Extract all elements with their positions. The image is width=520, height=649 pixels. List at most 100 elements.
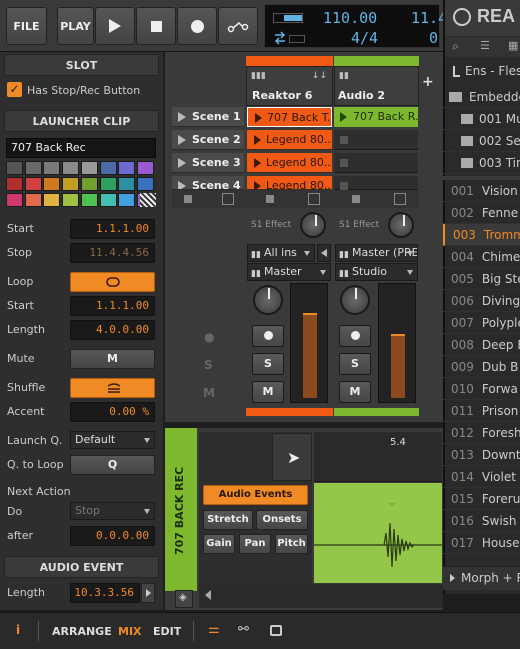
- accent-field[interactable]: 0.00 %: [70, 402, 155, 422]
- color-swatch[interactable]: [118, 193, 136, 207]
- global-record-icon[interactable]: ●: [204, 330, 214, 344]
- preset-list-item[interactable]: 012 Foresh: [443, 422, 520, 444]
- preset-list-item[interactable]: 014 Violet: [443, 466, 520, 488]
- preset-list-item[interactable]: 003 Tromm: [443, 224, 520, 246]
- mute-button-2[interactable]: M: [339, 381, 371, 403]
- color-swatch[interactable]: [6, 177, 23, 191]
- clip-slot-2-2[interactable]: [334, 130, 418, 150]
- color-swatch[interactable]: [62, 177, 80, 191]
- launch-q-dropdown[interactable]: Default: [70, 431, 155, 449]
- send-knob-2[interactable]: [388, 212, 414, 238]
- preset-list-item[interactable]: 007 Polyple: [443, 312, 520, 334]
- layers-button[interactable]: ◈: [175, 590, 193, 608]
- color-swatch[interactable]: [6, 161, 23, 175]
- color-swatch[interactable]: [24, 193, 42, 207]
- pan-knob-1[interactable]: [253, 285, 283, 315]
- scroll-left-icon[interactable]: [205, 590, 211, 600]
- color-swatch[interactable]: [80, 177, 98, 191]
- play-label-button[interactable]: PLAY: [57, 7, 94, 45]
- clip-name-field[interactable]: 707 Back Rec: [6, 138, 156, 158]
- time-signature[interactable]: 4/4: [351, 29, 378, 47]
- event-length-arrow[interactable]: [141, 583, 155, 603]
- scene-settings-icon[interactable]: [222, 193, 234, 205]
- arrange-tab[interactable]: ARRANGE: [52, 625, 112, 638]
- mixer-view-icon[interactable]: ⚌: [208, 622, 220, 637]
- track-header-2[interactable]: ▮▮ Audio 2: [334, 66, 419, 106]
- start-field[interactable]: 1.1.1.00: [70, 219, 155, 239]
- preset-list-item[interactable]: 016 Swish: [443, 510, 520, 532]
- pan-button[interactable]: Pan: [239, 534, 271, 554]
- track-2-settings-icon[interactable]: [394, 193, 406, 205]
- loop-start-field[interactable]: 1.1.1.00: [70, 296, 155, 316]
- color-swatch[interactable]: [99, 177, 117, 191]
- folder-item[interactable]: 003 Tim: [443, 152, 520, 174]
- color-swatch[interactable]: [80, 161, 98, 175]
- routing-icon[interactable]: ⚯: [238, 622, 249, 637]
- scene-4[interactable]: Scene 4: [172, 176, 244, 190]
- track-1-stop-icon[interactable]: [266, 195, 274, 203]
- pan-knob-2[interactable]: [340, 285, 370, 315]
- solo-button-2[interactable]: S: [339, 353, 371, 375]
- clip-slot-2-4[interactable]: [334, 176, 418, 190]
- list-view-icon[interactable]: ☰: [480, 39, 490, 52]
- color-swatch[interactable]: [80, 193, 98, 207]
- color-palette[interactable]: [6, 161, 156, 209]
- audio-waveform-region[interactable]: [314, 483, 442, 583]
- stop-field[interactable]: 11.4.4.56: [70, 243, 155, 263]
- next-action-dropdown[interactable]: Stop: [70, 502, 155, 520]
- global-solo-icon[interactable]: S: [204, 358, 213, 372]
- track-header-1[interactable]: ▮▮▮ ↓↓ Reaktor 6: [246, 66, 333, 106]
- automation-button[interactable]: [218, 7, 258, 45]
- embedded-folder[interactable]: Embedde: [443, 86, 520, 108]
- preset-list-item[interactable]: 002 Fenne: [443, 202, 520, 224]
- color-swatch[interactable]: [62, 193, 80, 207]
- clip-slot-1-4[interactable]: Legend 80...: [247, 176, 332, 190]
- preset-list-item[interactable]: 004 Chime: [443, 246, 520, 268]
- preset-list-item[interactable]: 013 Downt: [443, 444, 520, 466]
- has-stop-rec-checkbox[interactable]: ✓: [7, 82, 22, 97]
- search-icon[interactable]: ⌕: [452, 39, 459, 54]
- track-1-settings-icon[interactable]: [308, 193, 320, 205]
- send-knob-1[interactable]: [300, 212, 326, 238]
- mix-tab[interactable]: MIX: [118, 625, 142, 638]
- color-swatch[interactable]: [118, 161, 136, 175]
- color-swatch[interactable]: [62, 161, 80, 175]
- edit-tab[interactable]: EDIT: [153, 625, 181, 638]
- preset-list-item[interactable]: 011 Prison: [443, 400, 520, 422]
- timeline-ruler[interactable]: 5.4: [314, 432, 442, 482]
- tempo-display[interactable]: 110.00: [323, 9, 377, 27]
- color-swatch[interactable]: [43, 177, 61, 191]
- color-swatch[interactable]: [24, 177, 42, 191]
- solo-button-1[interactable]: S: [252, 353, 284, 375]
- preset-list-item[interactable]: 005 Big Ste: [443, 268, 520, 290]
- file-button[interactable]: FILE: [6, 7, 47, 45]
- clip-mute-button[interactable]: M: [70, 349, 155, 369]
- stop-all-icon[interactable]: [184, 195, 192, 203]
- preset-list-item[interactable]: 017 House: [443, 532, 520, 554]
- color-swatch[interactable]: [99, 161, 117, 175]
- preset-list-item[interactable]: 010 Forwa: [443, 378, 520, 400]
- color-swatch[interactable]: [24, 161, 42, 175]
- preset-list-item[interactable]: 006 Diving: [443, 290, 520, 312]
- mute-button-1[interactable]: M: [252, 381, 284, 403]
- stop-button[interactable]: [136, 7, 176, 45]
- preset-list-item[interactable]: 009 Dub B: [443, 356, 520, 378]
- loop-toggle-button[interactable]: [70, 272, 155, 292]
- clip-slot-1-3[interactable]: Legend 80...: [247, 153, 332, 173]
- q-to-loop-button[interactable]: Q: [70, 455, 155, 475]
- input-arrow-1[interactable]: [317, 244, 331, 262]
- track-2-stop-icon[interactable]: [352, 195, 360, 203]
- no-color-swatch[interactable]: [140, 193, 156, 207]
- audio-events-button[interactable]: Audio Events: [203, 485, 308, 505]
- clip-slot-1-2[interactable]: Legend 80...: [247, 130, 332, 150]
- pitch-button[interactable]: Pitch: [275, 534, 308, 554]
- tool-selector[interactable]: ➤: [272, 433, 312, 481]
- loop-arrows-icon[interactable]: [273, 31, 287, 45]
- clip-slot-2-1[interactable]: 707 Back R...: [334, 107, 418, 127]
- metronome-indicator[interactable]: [273, 13, 303, 23]
- record-button[interactable]: [177, 7, 217, 45]
- record-arm-button-1[interactable]: [252, 325, 284, 347]
- editor-scrollbar[interactable]: [199, 584, 443, 608]
- color-swatch[interactable]: [99, 193, 117, 207]
- clip-slot-2-3[interactable]: [334, 153, 418, 173]
